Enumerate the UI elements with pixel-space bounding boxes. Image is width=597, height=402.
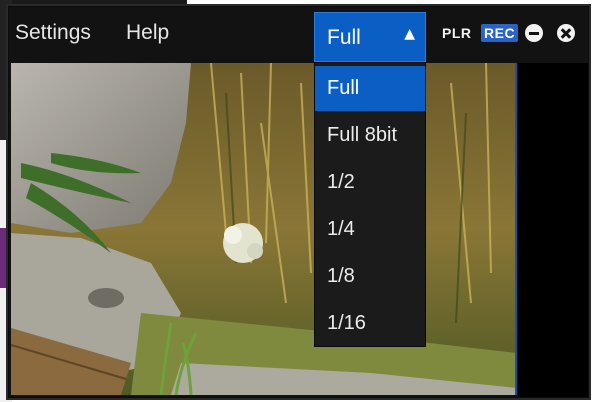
resolution-option-full-8bit[interactable]: Full 8bit [315,113,425,158]
resolution-option-half[interactable]: 1/2 [315,160,425,205]
video-viewport[interactable] [11,63,517,395]
resolution-select[interactable]: Full ▲ [314,12,426,62]
menu-bar: Settings Help Full ▲ PLR REC [9,7,588,63]
close-circle-icon[interactable] [557,24,575,42]
video-frame [11,63,515,395]
resolution-option-full[interactable]: Full [315,66,425,111]
menu-help[interactable]: Help [126,21,169,45]
player-button[interactable]: PLR [442,25,472,41]
resolution-select-value: Full [327,26,361,49]
viewport-side-panel [518,63,588,397]
minus-circle-icon[interactable] [525,24,543,42]
resolution-option-eighth[interactable]: 1/8 [315,254,425,299]
record-button[interactable]: REC [481,24,519,42]
resolution-dropdown: Full Full 8bit 1/2 1/4 1/8 1/16 [314,62,426,347]
resolution-option-quarter[interactable]: 1/4 [315,207,425,252]
triangle-up-icon: ▲ [404,26,415,42]
resolution-option-sixteenth[interactable]: 1/16 [315,301,425,346]
app-window: Settings Help Full ▲ PLR REC Full Full 8… [8,6,589,398]
menu-settings[interactable]: Settings [15,21,91,45]
